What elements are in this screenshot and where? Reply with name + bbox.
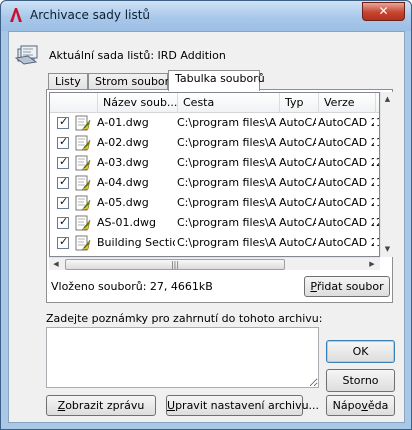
file-path: C:\program files\Aut: [177, 196, 277, 209]
add-file-label: řidat soubor: [316, 280, 384, 293]
file-name: A-03.dwg: [97, 156, 149, 169]
file-version: AutoCAD 2: [318, 216, 374, 229]
file-version: AutoCAD 2: [318, 136, 374, 149]
file-version: AutoCAD 2: [318, 156, 374, 169]
file-type: AutoCA: [279, 216, 316, 229]
dwg-file-icon: [75, 195, 91, 211]
scroll-down-arrow-icon[interactable]: ▼: [381, 242, 394, 256]
file-name: AS-01.dwg: [97, 216, 156, 229]
row-checkbox[interactable]: [57, 195, 69, 209]
file-version: AutoCAD 2: [318, 176, 374, 189]
add-file-button[interactable]: Přidat soubor: [304, 276, 390, 297]
file-type: AutoCA: [279, 156, 316, 169]
file-name: Building Section: [97, 236, 175, 249]
file-path: C:\program files\Aut: [177, 236, 277, 249]
scroll-left-arrow-icon[interactable]: ◀: [49, 258, 63, 271]
row-checkbox[interactable]: [57, 155, 69, 169]
tab-panel: Název soub... Cesta Typ Verze V A-01.dwg…: [46, 89, 393, 303]
table-row[interactable]: A-02.dwg C:\program files\Aut AutoCA Aut…: [50, 133, 379, 153]
dialog-window: Archivace sady listů ✕ Aktuální sada lis…: [0, 0, 412, 430]
file-path: C:\program files\Aut: [177, 156, 277, 169]
files-included-status: Vloženo souborů: 27, 4661kB: [51, 280, 213, 293]
modify-settings-mnemonic: U: [167, 399, 176, 412]
column-header-path[interactable]: Cesta: [178, 93, 280, 113]
file-path: C:\program files\Aut: [177, 216, 277, 229]
file-version: AutoCAD 2: [318, 196, 374, 209]
column-header-checkbox: [50, 93, 98, 113]
dwg-file-icon: [75, 215, 91, 231]
view-report-label: obrazit zprávu: [65, 399, 145, 412]
horizontal-scroll-thumb[interactable]: |||: [65, 259, 285, 270]
file-name: A-02.dwg: [97, 136, 149, 149]
dwg-file-icon: [75, 155, 91, 171]
row-checkbox[interactable]: [57, 235, 69, 249]
scroll-up-arrow-icon[interactable]: ▲: [381, 92, 394, 106]
ok-button[interactable]: OK: [326, 340, 395, 363]
row-checkbox[interactable]: [57, 215, 69, 229]
table-row[interactable]: A-05.dwg C:\program files\Aut AutoCA Aut…: [50, 193, 379, 213]
column-header-type[interactable]: Typ: [280, 93, 319, 113]
file-type: AutoCA: [279, 136, 316, 149]
help-label-prefix: Nápo: [332, 399, 362, 412]
notes-textarea[interactable]: [46, 327, 319, 388]
file-version: AutoCAD 2: [318, 236, 374, 249]
title-bar[interactable]: Archivace sady listů ✕: [1, 1, 411, 31]
cancel-button[interactable]: Storno: [326, 369, 395, 392]
close-button[interactable]: ✕: [362, 2, 405, 21]
dwg-file-icon: [75, 135, 91, 151]
table-row[interactable]: Building Section C:\program files\Aut Au…: [50, 233, 379, 253]
view-report-button[interactable]: Zobrazit zprávu: [46, 395, 156, 416]
row-checkbox[interactable]: [57, 115, 69, 129]
table-header: Název soub... Cesta Typ Verze V: [50, 93, 379, 113]
file-path: C:\program files\Aut: [177, 136, 277, 149]
files-table: Název soub... Cesta Typ Verze V A-01.dwg…: [49, 92, 380, 257]
sheet-set-icon: [14, 45, 38, 65]
file-type: AutoCA: [279, 176, 316, 189]
modify-archive-settings-button[interactable]: Upravit nastavení archivu...: [166, 395, 319, 416]
notes-label: Zadejte poznámky pro zahrnutí do tohoto …: [46, 312, 323, 325]
horizontal-scrollbar[interactable]: ◀ ||| ▶: [49, 257, 380, 270]
column-header-name[interactable]: Název soub...: [98, 93, 178, 113]
tab-files-table[interactable]: Tabulka souborů: [168, 70, 265, 91]
file-name: A-05.dwg: [97, 196, 149, 209]
scroll-right-arrow-icon[interactable]: ▶: [365, 258, 379, 271]
tab-files-tree[interactable]: Strom souborů: [88, 73, 176, 90]
file-type: AutoCA: [279, 196, 316, 209]
help-label-rest: ěda: [367, 399, 389, 412]
dwg-file-icon: [75, 115, 91, 131]
dwg-file-icon: [75, 175, 91, 191]
file-path: C:\program files\Aut: [177, 176, 277, 189]
modify-settings-label: pravit nastavení archivu...: [175, 399, 320, 412]
table-row[interactable]: AS-01.dwg C:\program files\Aut AutoCA Au…: [50, 213, 379, 233]
file-type: AutoCA: [279, 236, 316, 249]
table-row[interactable]: A-01.dwg C:\program files\Aut AutoCA Aut…: [50, 113, 379, 133]
file-type: AutoCA: [279, 116, 316, 129]
table-row[interactable]: A-04.dwg C:\program files\Aut AutoCA Aut…: [50, 173, 379, 193]
tab-sheets[interactable]: Listy: [48, 73, 88, 90]
file-name: A-01.dwg: [97, 116, 149, 129]
column-header-version[interactable]: Verze: [319, 93, 376, 113]
file-version: AutoCAD 2: [318, 116, 374, 129]
autocad-app-icon: [10, 8, 22, 22]
file-name: A-04.dwg: [97, 176, 149, 189]
window-title: Archivace sady listů: [30, 8, 151, 22]
vertical-scrollbar[interactable]: ▲ ▼: [380, 92, 393, 257]
dialog-client-area: Aktuální sada listů: IRD Addition Listy …: [8, 31, 405, 423]
table-row[interactable]: A-03.dwg C:\program files\Aut AutoCA Aut…: [50, 153, 379, 173]
row-checkbox[interactable]: [57, 135, 69, 149]
row-checkbox[interactable]: [57, 175, 69, 189]
dwg-file-icon: [75, 235, 91, 251]
current-sheet-set-label: Aktuální sada listů: IRD Addition: [49, 49, 226, 62]
file-path: C:\program files\Aut: [177, 116, 277, 129]
help-button[interactable]: Nápověda: [326, 395, 395, 416]
